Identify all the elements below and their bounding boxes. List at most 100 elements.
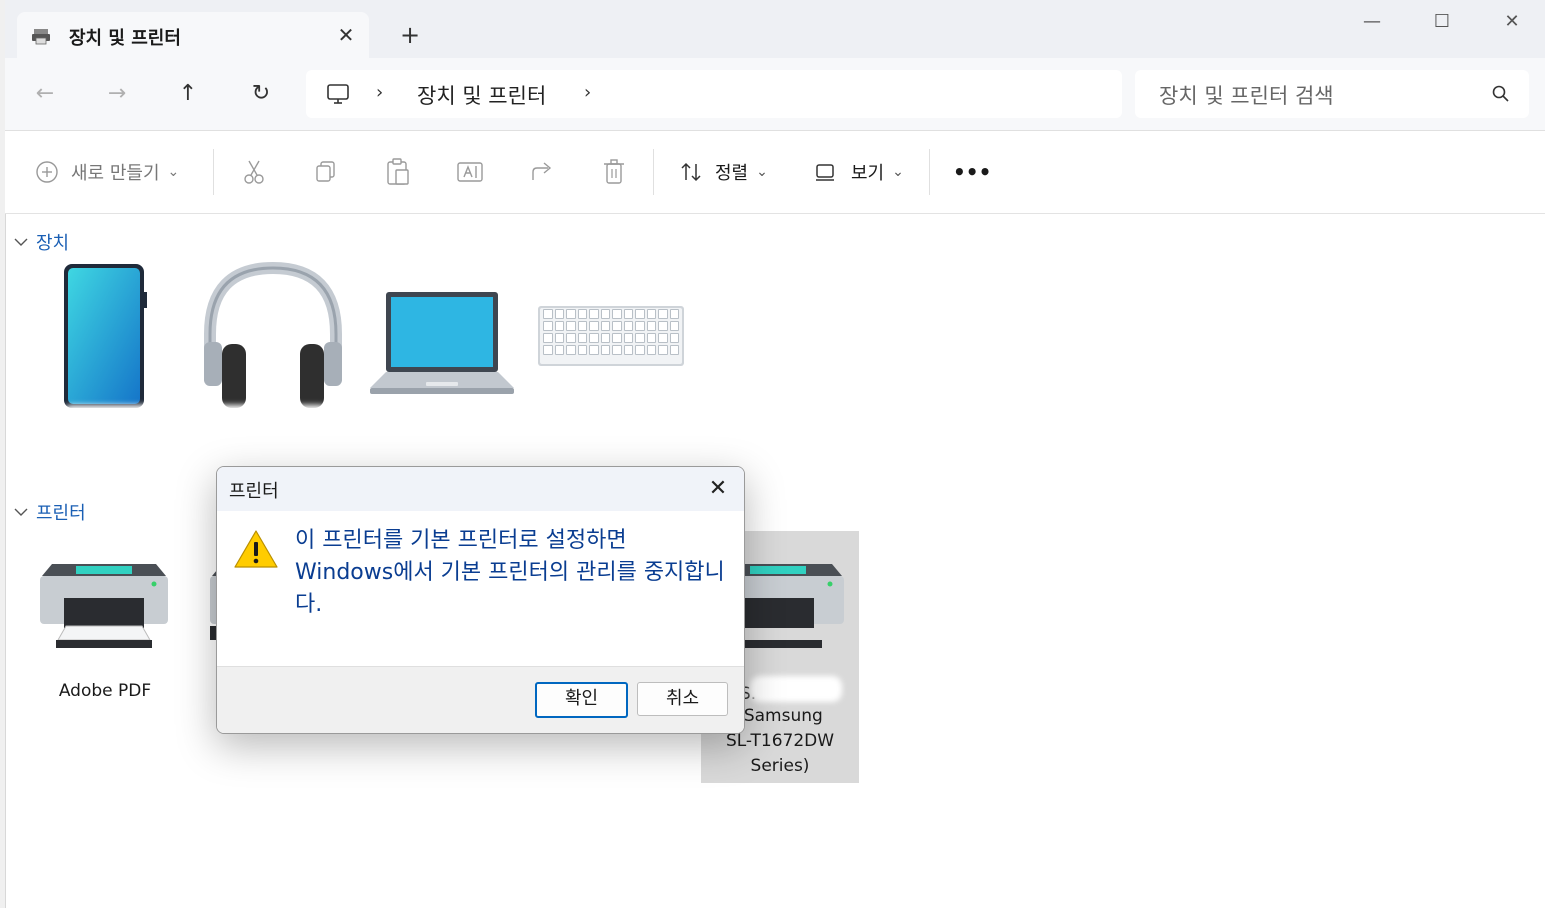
- keyboard-key: [543, 333, 553, 343]
- search-box[interactable]: 장치 및 프린터 검색: [1135, 70, 1529, 118]
- more-options-button[interactable]: •••: [953, 157, 991, 187]
- view-button[interactable]: 보기 ⌄: [815, 157, 904, 187]
- printer-icon: [32, 29, 50, 45]
- ok-button[interactable]: 확인: [535, 682, 628, 718]
- section-title-devices: 장치: [36, 233, 70, 254]
- breadcrumb-chevron-icon[interactable]: ›: [584, 82, 591, 103]
- keyboard-key: [612, 309, 622, 319]
- printer-label-line: SL-T1672DW: [725, 731, 835, 751]
- dialog-footer: 확인 취소: [217, 666, 744, 733]
- toolbar-divider: [653, 149, 654, 195]
- keyboard-key: [543, 309, 553, 319]
- chevron-down-icon: ⌄: [756, 164, 768, 180]
- redacted-device-label: [62, 405, 212, 483]
- keyboard-key: [646, 321, 656, 331]
- printer-icon[interactable]: [38, 560, 170, 652]
- keyboard-key: [669, 345, 679, 355]
- close-window-button[interactable]: ✕: [1489, 8, 1535, 36]
- back-button[interactable]: ←: [29, 78, 61, 110]
- phone-icon[interactable]: [60, 262, 148, 410]
- view-icon: [816, 164, 834, 181]
- keyboard-key: [623, 333, 633, 343]
- breadcrumb-devices-and-printers[interactable]: 장치 및 프린터: [417, 80, 546, 110]
- keyboard-key: [635, 333, 645, 343]
- keyboard-key: [635, 345, 645, 355]
- address-bar[interactable]: › 장치 및 프린터 ›: [306, 70, 1122, 118]
- printer-icon: [742, 564, 844, 648]
- keyboard-key: [566, 345, 576, 355]
- close-icon[interactable]: ✕: [704, 475, 732, 503]
- cancel-button[interactable]: 취소: [637, 682, 728, 716]
- cut-icon[interactable]: [243, 157, 265, 187]
- keyboard-key: [554, 309, 564, 319]
- redacted-printer-name: [750, 676, 842, 702]
- minimize-button[interactable]: —: [1349, 8, 1395, 36]
- view-label: 보기: [851, 163, 885, 184]
- chevron-down-icon: ⌄: [167, 164, 180, 180]
- keyboard-key: [612, 321, 622, 331]
- printer-label-line: Series): [750, 756, 810, 776]
- rename-icon[interactable]: [457, 157, 483, 187]
- keyboard-key: [658, 333, 668, 343]
- chevron-down-icon: ⌄: [892, 164, 904, 180]
- refresh-button[interactable]: ↻: [245, 78, 277, 110]
- toolbar-divider: [213, 149, 214, 195]
- printer-dialog: 프린터 ✕ 이 프린터를 기본 프린터로 설정하면 Windows에서 기본 프…: [216, 466, 745, 734]
- keyboard-key: [543, 345, 553, 355]
- keyboard-key: [612, 333, 622, 343]
- keyboard-key: [612, 345, 622, 355]
- keyboard-key: [600, 333, 610, 343]
- delete-icon[interactable]: [603, 157, 625, 187]
- keyboard-key: [600, 309, 610, 319]
- up-button[interactable]: ↑: [172, 78, 204, 110]
- title-bar: 장치 및 프린터 ✕ + — ☐ ✕: [5, 0, 1545, 58]
- keyboard-key: [623, 345, 633, 355]
- keyboard-key: [646, 309, 656, 319]
- keyboard-key: [577, 333, 587, 343]
- search-icon[interactable]: [1491, 84, 1511, 104]
- dialog-title: 프린터: [229, 481, 279, 502]
- keyboard-key: [543, 321, 553, 331]
- keyboard-keys: [543, 309, 679, 359]
- section-header-printers[interactable]: 프린터: [14, 499, 86, 525]
- keyboard-key: [589, 309, 599, 319]
- forward-button[interactable]: →: [101, 78, 133, 110]
- keyboard-key: [669, 321, 679, 331]
- new-tab-button[interactable]: +: [395, 20, 425, 50]
- maximize-button[interactable]: ☐: [1419, 8, 1465, 36]
- sort-button[interactable]: 정렬 ⌄: [679, 157, 768, 187]
- keyboard-key: [669, 309, 679, 319]
- keyboard-key: [623, 309, 633, 319]
- section-header-devices[interactable]: 장치: [14, 229, 69, 255]
- tab-devices-and-printers[interactable]: 장치 및 프린터 ✕: [17, 12, 369, 58]
- keyboard-key: [554, 321, 564, 331]
- keyboard-key: [646, 345, 656, 355]
- share-icon[interactable]: [530, 157, 556, 187]
- toolbar-divider: [929, 149, 930, 195]
- search-placeholder: 장치 및 프린터 검색: [1159, 84, 1334, 108]
- chevron-down-icon: [14, 238, 28, 246]
- tab-title: 장치 및 프린터: [69, 28, 181, 49]
- new-button-label: 새로 만들기: [71, 163, 160, 184]
- keyboard-key: [658, 345, 668, 355]
- keyboard-key: [669, 333, 679, 343]
- redacted-device-label: [540, 410, 705, 458]
- headphones-icon[interactable]: [200, 262, 346, 410]
- computer-icon: [327, 84, 349, 104]
- copy-icon[interactable]: [315, 157, 337, 187]
- keyboard-key: [589, 321, 599, 331]
- paste-icon[interactable]: [386, 157, 410, 187]
- breadcrumb-chevron-icon[interactable]: ›: [376, 82, 383, 103]
- keyboard-key: [566, 321, 576, 331]
- dialog-message: 이 프린터를 기본 프린터로 설정하면 Windows에서 기본 프린터의 관리…: [295, 528, 725, 617]
- keyboard-key: [577, 309, 587, 319]
- tab-close-icon[interactable]: ✕: [333, 22, 359, 48]
- keyboard-key: [566, 333, 576, 343]
- new-button[interactable]: 새로 만들기 ⌄: [35, 157, 179, 187]
- laptop-icon[interactable]: [368, 290, 516, 400]
- keyboard-key: [658, 309, 668, 319]
- keyboard-key: [635, 309, 645, 319]
- navigation-bar: ← → ↑ ↻ › 장치 및 프린터 › 장치 및 프린터 검색: [5, 58, 1545, 131]
- keyboard-key: [577, 321, 587, 331]
- redacted-device-label: [200, 405, 330, 445]
